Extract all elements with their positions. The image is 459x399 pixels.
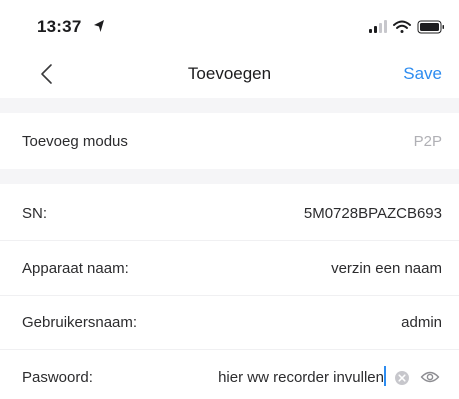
row-divider xyxy=(0,349,459,350)
wifi-icon xyxy=(393,20,411,33)
section-divider xyxy=(0,98,459,113)
username-field[interactable]: admin xyxy=(401,314,442,331)
eye-icon[interactable] xyxy=(420,369,440,385)
username-row[interactable]: Gebruikersnaam: admin xyxy=(0,296,459,349)
password-label: Paswoord: xyxy=(22,369,93,386)
sn-label: SN: xyxy=(22,205,48,222)
battery-icon xyxy=(417,20,444,34)
row-divider xyxy=(0,240,459,241)
device-name-label: Apparaat naam: xyxy=(22,260,129,277)
status-time: 13:37 xyxy=(37,17,82,36)
add-mode-label: Toevoeg modus xyxy=(22,133,128,150)
location-arrow-icon xyxy=(94,20,104,32)
status-bar: 13:37 xyxy=(0,0,459,52)
nav-bar: Toevoegen Save xyxy=(0,52,459,98)
signal-icon xyxy=(369,20,387,33)
save-button[interactable]: Save xyxy=(403,64,442,84)
device-name-row[interactable]: Apparaat naam: verzin een naam xyxy=(0,242,459,295)
page-title: Toevoegen xyxy=(187,64,272,83)
sn-row: SN: 5M0728BPAZCB693 xyxy=(0,187,459,240)
device-name-field[interactable]: verzin een naam xyxy=(331,260,442,277)
add-mode-row[interactable]: Toevoeg modus P2P xyxy=(0,113,459,169)
status-icons xyxy=(369,20,444,34)
add-mode-value: P2P xyxy=(413,133,442,150)
section-divider xyxy=(0,169,459,184)
sn-value: 5M0728BPAZCB693 xyxy=(303,205,442,222)
password-row[interactable]: Paswoord: xyxy=(0,351,459,399)
password-field[interactable] xyxy=(174,367,384,387)
username-label: Gebruikersnaam: xyxy=(22,314,138,331)
text-caret xyxy=(384,366,386,386)
clear-icon[interactable] xyxy=(394,370,410,386)
